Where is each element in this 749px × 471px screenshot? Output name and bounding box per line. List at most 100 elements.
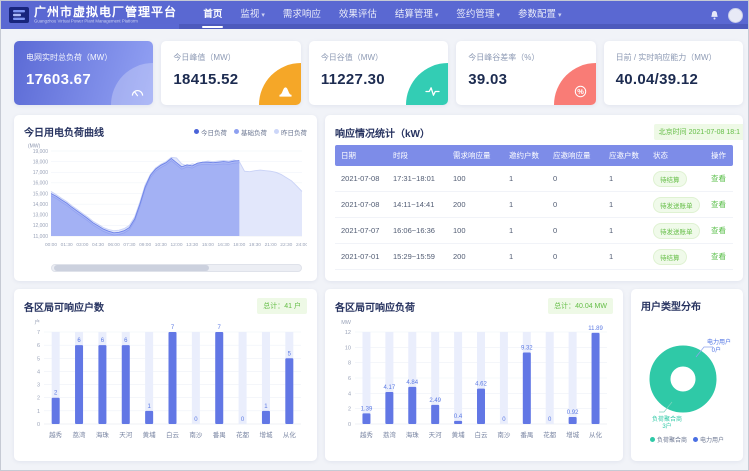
status-badge: 待结算 [653,249,687,265]
table-cell: 0 [547,200,603,209]
legend-dot-icon [693,437,698,442]
table-header-cell: 需求响应量 [447,150,503,161]
bar [523,353,531,424]
nav-item[interactable]: 结算管理▾ [386,1,448,29]
bar-track [546,332,554,424]
bar [362,413,370,424]
table-cell: 100 [447,226,503,235]
table-cell: 1 [603,200,647,209]
view-link[interactable]: 查看 [711,226,726,235]
app-title: 广州市虚拟电厂管理平台 [34,6,178,19]
bell-icon[interactable] [709,10,720,21]
bar-value-label: 4.17 [384,385,396,391]
bar [215,332,223,424]
svg-text:01:30: 01:30 [61,242,73,248]
bar-value-label: 2.49 [429,398,441,404]
bar-category-label: 天河 [119,431,133,439]
svg-text:04:30: 04:30 [92,242,104,248]
svg-text:21:00: 21:00 [265,242,277,248]
svg-text:11,000: 11,000 [33,234,48,240]
table-cell: 17:31~18:01 [387,174,447,183]
svg-text:6: 6 [37,343,40,349]
bar-category-label: 从化 [589,430,603,439]
kpi-label: 日前 / 实时响应能力（MW） [616,52,743,63]
svg-text:(MW): (MW) [28,144,41,150]
view-link[interactable]: 查看 [711,200,726,209]
nav-item[interactable]: 需求响应 [274,1,330,29]
svg-text:14,000: 14,000 [33,202,49,208]
logo-text: 广州市虚拟电厂管理平台 Guangzhou Virtual Power Plan… [34,6,178,25]
bar-category-label: 荔湾 [73,430,87,439]
table-header-cell: 操作 [705,150,733,161]
svg-text:13,000: 13,000 [33,213,49,219]
kpi-label: 电网实时总负荷（MW） [26,52,153,63]
bar-track [454,332,462,424]
beijing-time-badge: 北京时间 2021-07-08 18:1 [654,124,743,140]
main-nav: 首页监视▾需求响应效果评估结算管理▾签约管理▾参数配置▾ [194,1,570,29]
bar-category-label: 花都 [543,430,557,439]
nav-item[interactable]: 签约管理▾ [447,1,509,29]
svg-text:15:00: 15:00 [202,242,214,248]
table-cell: 200 [447,200,503,209]
table-cell: 2021-07-07 [335,226,387,235]
table-row: 2021-07-0716:06~16:36100101待发送账单查看 [335,218,733,244]
table-cell: 14:11~14:41 [387,200,447,209]
svg-text:06:00: 06:00 [108,242,120,248]
bar [262,411,270,424]
svg-text:5: 5 [37,356,40,362]
bar-category-label: 黄埔 [143,430,157,439]
table-header-cell: 状态 [647,150,705,161]
nav-item[interactable]: 参数配置▾ [509,1,571,29]
kpi-card: 今日峰值（MW）18415.52 [161,41,300,105]
legend-item[interactable]: 昨日负荷 [274,127,307,137]
gauge-icon [111,63,153,105]
svg-text:13:30: 13:30 [186,242,198,248]
kpi-card: 今日峰谷差率（%）39.03% [456,41,595,105]
legend-item[interactable]: 基础负荷 [234,127,267,137]
nav-item[interactable]: 效果评估 [330,1,386,29]
nav-item[interactable]: 首页 [194,1,231,29]
bar-category-label: 南沙 [189,430,203,439]
legend-item[interactable]: 负荷聚合商 [650,435,687,444]
kpi-label: 今日峰值（MW） [173,52,300,63]
svg-text:1: 1 [37,409,40,415]
avatar[interactable] [728,8,743,23]
table-header-cell: 应邀户数 [603,150,647,161]
kpi-card: 日前 / 实时响应能力（MW）40.04/39.12 [604,41,743,105]
svg-text:10: 10 [345,345,351,351]
nav-item[interactable]: 监视▾ [231,1,274,29]
chart-zoom-slider[interactable] [51,264,302,272]
bar [169,332,177,424]
load-area-chart: 11,00012,00013,00014,00015,00016,00017,0… [24,141,307,257]
legend-label: 负荷聚合商 [657,435,687,444]
svg-text:12: 12 [345,330,351,336]
svg-text:7: 7 [37,330,40,336]
view-link[interactable]: 查看 [711,174,726,183]
table-cell: 2021-07-01 [335,252,387,261]
zoom-slider-handle[interactable] [54,265,208,271]
svg-text:18,000: 18,000 [33,159,49,165]
table-row: 2021-07-0814:11~14:41200101待发送账单查看 [335,192,733,218]
donut-legend: 负荷聚合商电力用户 [650,435,724,444]
table-cell: 2021-07-08 [335,200,387,209]
legend-item[interactable]: 今日负荷 [194,127,227,137]
bar-category-label: 白云 [475,430,489,439]
legend-dot-icon [194,129,199,134]
bar-category-label: 越秀 [360,430,374,439]
bar [98,345,106,424]
svg-text:22:30: 22:30 [280,242,292,248]
table-cell: 1 [603,174,647,183]
bar-value-label: 4.62 [475,382,487,388]
bar-track [192,332,200,424]
bar-value-label: 7 [218,325,222,331]
view-link[interactable]: 查看 [711,252,726,261]
load-chart-legend: 今日负荷基础负荷昨日负荷 [194,127,307,137]
legend-dot-icon [234,129,239,134]
svg-text:10:30: 10:30 [155,242,167,248]
table-cell: 0 [547,252,603,261]
svg-text:4: 4 [348,391,351,397]
table-header-cell: 时段 [387,150,447,161]
svg-text:2: 2 [37,396,40,402]
bar-track [262,332,270,424]
legend-item[interactable]: 电力用户 [693,435,724,444]
